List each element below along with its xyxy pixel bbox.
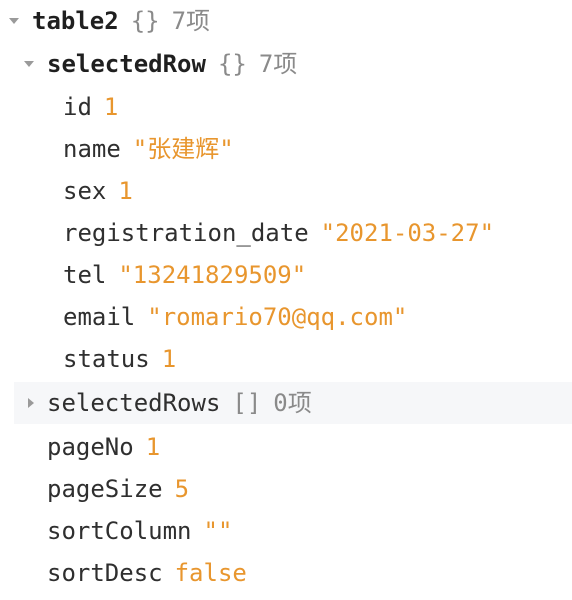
field-row-sex[interactable]: sex 1 (63, 170, 133, 212)
field-key: sortColumn (47, 517, 192, 545)
field-row-pageSize[interactable]: pageSize 5 (47, 468, 189, 510)
item-count: 7项 (258, 50, 298, 78)
field-row-email[interactable]: email "romario70@qq.com" (63, 296, 407, 338)
node-key: table2 (32, 7, 119, 35)
node-key: selectedRows (47, 389, 221, 417)
tree-node-selectedRows[interactable]: selectedRows [] 0项 (14, 382, 572, 424)
field-key: pageNo (47, 433, 134, 461)
field-row-pageNo[interactable]: pageNo 1 (47, 426, 160, 468)
chevron-down-icon[interactable] (6, 0, 22, 42)
field-key: email (63, 303, 136, 331)
object-brace: {} (130, 7, 160, 35)
object-brace: {} (217, 50, 247, 78)
field-key: name (63, 135, 121, 163)
field-row-tel[interactable]: tel "13241829509" (63, 254, 306, 296)
field-key: sortDesc (47, 559, 163, 587)
field-row-registration-date[interactable]: registration_date "2021-03-27" (63, 212, 494, 254)
item-count: 0项 (273, 389, 312, 417)
field-key: sex (63, 177, 107, 205)
field-value: 1 (145, 433, 161, 461)
field-value: "2021-03-27" (320, 219, 495, 247)
chevron-right-icon[interactable] (23, 382, 39, 424)
field-value: "13241829509" (118, 261, 307, 289)
field-row-sortColumn[interactable]: sortColumn "" (47, 510, 232, 552)
field-value: 1 (118, 177, 133, 205)
array-bracket: [] (232, 389, 262, 417)
item-count: 7项 (171, 7, 211, 35)
field-value: "romario70@qq.com" (147, 303, 408, 331)
state-inspector-tree: table2{} 7项 selectedRow{} 7项 id 1 name "张建辉"… (0, 0, 572, 600)
field-row-status[interactable]: status 1 (63, 338, 176, 380)
node-key: selectedRow (47, 50, 206, 78)
field-value: 5 (174, 475, 190, 503)
field-value: "张建辉" (132, 135, 234, 163)
field-key: status (63, 345, 150, 373)
field-value: false (174, 559, 247, 587)
field-row-id[interactable]: id 1 (63, 86, 118, 128)
field-value: "" (203, 517, 233, 545)
field-value: 1 (103, 93, 119, 121)
field-key: tel (63, 261, 107, 289)
field-key: id (63, 93, 92, 121)
field-row-name[interactable]: name "张建辉" (63, 128, 234, 170)
field-key: registration_date (63, 219, 309, 247)
field-value: 1 (161, 345, 177, 373)
field-key: pageSize (47, 475, 163, 503)
chevron-down-icon[interactable] (21, 43, 37, 85)
field-row-sortDesc[interactable]: sortDesc false (47, 552, 247, 594)
